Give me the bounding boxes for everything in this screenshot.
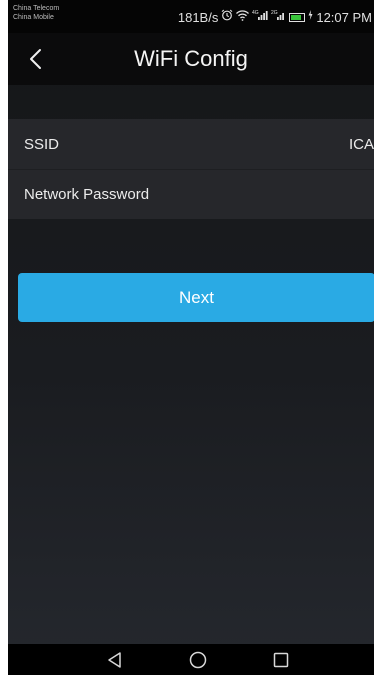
signal-1-label: 4G <box>252 10 259 16</box>
circle-home-icon <box>189 651 207 669</box>
navigation-bar <box>8 644 374 675</box>
carrier-name-2: China Mobile <box>13 14 54 21</box>
clock: 12:07 PM <box>316 10 372 25</box>
page-title: WiFi Config <box>134 46 248 71</box>
nav-home-button[interactable] <box>188 650 208 670</box>
network-speed: 181B/s <box>177 10 219 25</box>
password-row[interactable]: Network Password <box>8 169 374 219</box>
alarm-icon <box>221 9 233 26</box>
ssid-row[interactable]: SSID ICA <box>8 119 374 169</box>
square-recents-icon <box>273 652 289 668</box>
battery-icon <box>289 13 306 22</box>
signal-2-label: 2G <box>271 10 278 16</box>
password-input[interactable] <box>157 178 374 211</box>
wifi-icon <box>236 9 250 26</box>
nav-back-button[interactable] <box>105 650 125 670</box>
signal-2g-icon: 2G <box>271 9 286 26</box>
nav-recents-button[interactable] <box>271 650 291 670</box>
signal-4g-icon: 4G <box>252 9 268 26</box>
title-bar: WiFi Config <box>8 33 374 85</box>
ssid-value: ICA <box>348 135 374 153</box>
ssid-label: SSID <box>24 135 60 153</box>
carrier-info: China Telecom China Mobile <box>13 4 59 22</box>
wifi-config-form: SSID ICA Network Password <box>8 119 374 219</box>
status-indicators: 181B/s 4G 2G 12:07 PM <box>178 9 372 26</box>
phone-screen: China Telecom China Mobile 181B/s 4G 2G <box>8 0 374 675</box>
next-button[interactable]: Next <box>18 273 374 322</box>
carrier-name-1: China Telecom <box>13 5 60 12</box>
charging-icon <box>308 10 313 25</box>
password-label: Network Password <box>24 186 150 203</box>
triangle-back-icon <box>108 652 121 668</box>
status-bar: China Telecom China Mobile 181B/s 4G 2G <box>8 0 374 33</box>
